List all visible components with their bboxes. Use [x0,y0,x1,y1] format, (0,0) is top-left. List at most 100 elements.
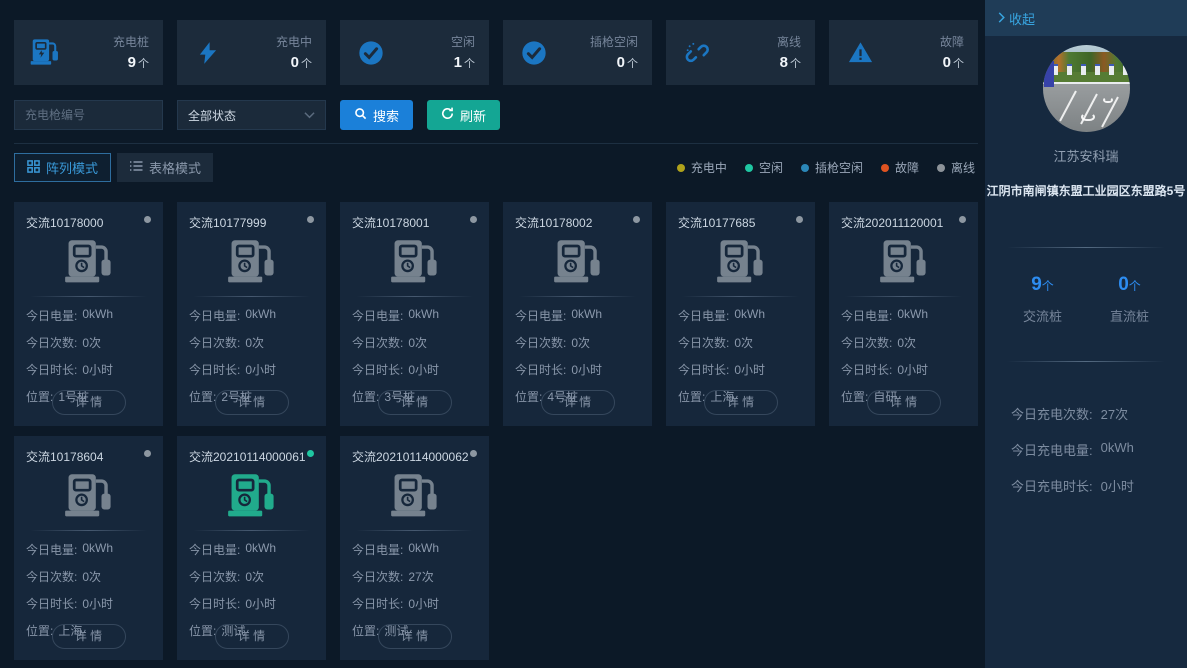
legend-label: 插枪空闲 [815,159,863,176]
pile-title: 交流10178000 [26,214,151,231]
detail-button[interactable]: 详 情 [541,390,615,415]
pile-title: 交流202011120001 [841,214,966,231]
status-dot [633,216,640,223]
duration-value: 0小时 [571,361,602,378]
chevron-down-icon [304,108,315,122]
location-label: 位置: [352,388,379,405]
status-select[interactable]: 全部状态 [177,100,326,130]
pile-title: 交流20210114000061 [189,448,314,465]
pile-card: 交流10178001 今日电量:0kWh 今日次数:0次 今日时长:0小时 位置… [340,202,489,426]
broken-link-icon [680,40,714,66]
detail-button[interactable]: 详 情 [215,624,289,649]
check-circle-icon [354,39,388,67]
today-energy-value: 0kWh [1101,440,1134,459]
count-value: 0次 [82,334,101,351]
duration-value: 0小时 [897,361,928,378]
pile-title: 交流10177999 [189,214,314,231]
pile-title: 交流10177685 [678,214,803,231]
station-photo [1043,45,1130,132]
grid-icon [27,160,40,176]
ac-pile-stat: 9个 交流桩 [1023,274,1062,325]
legend-label: 空闲 [759,159,783,176]
legend-item: 离线 [937,159,975,176]
count-value: 0次 [571,334,590,351]
stat-value: 0个 [943,54,964,71]
refresh-button[interactable]: 刷新 [427,100,500,130]
charging-pile-icon [227,238,277,288]
stat-value: 9个 [128,54,149,71]
pile-cards-grid: 交流10178000 今日电量: 0kWh 今日次数: 0次 今日时长: 0小时 位置… [14,202,985,660]
energy-label: 今日电量: [841,307,892,324]
stat-value: 0个 [617,54,638,71]
legend-item: 充电中 [677,159,727,176]
energy-value: 0kWh [897,307,928,324]
detail-button[interactable]: 详 情 [378,624,452,649]
stat-label: 插枪空闲 [590,33,638,50]
legend-label: 故障 [895,159,919,176]
energy-label: 今日电量: [678,307,729,324]
count-label: 今日次数: [189,334,240,351]
pile-title: 交流10178001 [352,214,477,231]
count-label: 今日次数: [678,334,729,351]
location-label: 位置: [678,388,705,405]
stat-value: 1个 [454,54,475,71]
charging-pile-icon [64,238,114,288]
legend-label: 离线 [951,159,975,176]
detail-button[interactable]: 详 情 [867,390,941,415]
count-value: 27次 [408,568,433,585]
count-label: 今日次数: [515,334,566,351]
charging-pile-icon [553,238,603,288]
tab-table-mode[interactable]: 表格模式 [117,153,213,182]
today-count-label: 今日充电次数: [1011,404,1093,423]
divider [682,296,799,297]
count-value: 0次 [734,334,753,351]
location-label: 位置: [841,388,868,405]
today-duration-label: 今日充电时长: [1011,476,1093,495]
duration-value: 0小时 [82,595,113,612]
status-dot [470,216,477,223]
count-value: 0次 [897,334,916,351]
detail-button[interactable]: 详 情 [378,390,452,415]
stat-label: 充电中 [276,33,312,50]
energy-label: 今日电量: [352,541,403,558]
count-value: 0次 [245,568,264,585]
divider [845,296,962,297]
charging-pile-icon [227,472,277,522]
station-name: 江苏安科瑞 [985,146,1187,165]
duration-value: 0小时 [82,361,113,378]
energy-value: 0kWh [245,307,276,324]
legend-item: 空闲 [745,159,783,176]
gun-number-input[interactable] [14,100,163,130]
pile-title: 交流10178002 [515,214,640,231]
charging-pile-icon [28,38,62,68]
location-label: 位置: [26,622,53,639]
charging-pile-icon [64,472,114,522]
pile-card: 交流10178002 今日电量:0kWh 今日次数:0次 今日时长:0小时 位置… [503,202,652,426]
duration-label: 今日时长: [678,361,729,378]
energy-value: 0kWh [734,307,765,324]
divider [193,530,310,531]
detail-button[interactable]: 详 情 [52,624,126,649]
search-button[interactable]: 搜索 [340,100,413,130]
station-sidebar: 收起 江苏安科瑞 江阴市南闸镇东盟工业园区东盟路5号 9个 交流桩 0个 直流桩 [985,0,1187,668]
detail-button[interactable]: 详 情 [704,390,778,415]
pile-card: 交流20210114000062 今日电量:0kWh 今日次数:27次 今日时长… [340,436,489,660]
divider [356,296,473,297]
energy-value: 0kWh [82,307,113,324]
divider [30,530,147,531]
pile-title: 交流20210114000062 [352,448,477,465]
detail-button[interactable]: 详 情 [215,390,289,415]
today-summary: 今日充电次数:27次 今日充电电量:0kWh 今日充电时长:0小时 [1011,404,1187,512]
stat-card-idle: 空闲 1个 [340,20,489,85]
tab-grid-mode[interactable]: 阵列模式 [14,153,111,182]
legend-dot [937,164,945,172]
photo-charging-piles [1053,64,1128,75]
collapse-button[interactable]: 收起 [985,0,1187,36]
status-dot [307,216,314,223]
status-dot [144,216,151,223]
stat-label: 故障 [940,33,964,50]
stat-label: 充电桩 [113,33,149,50]
energy-label: 今日电量: [189,541,240,558]
detail-button[interactable]: 详 情 [52,390,126,415]
divider [356,530,473,531]
